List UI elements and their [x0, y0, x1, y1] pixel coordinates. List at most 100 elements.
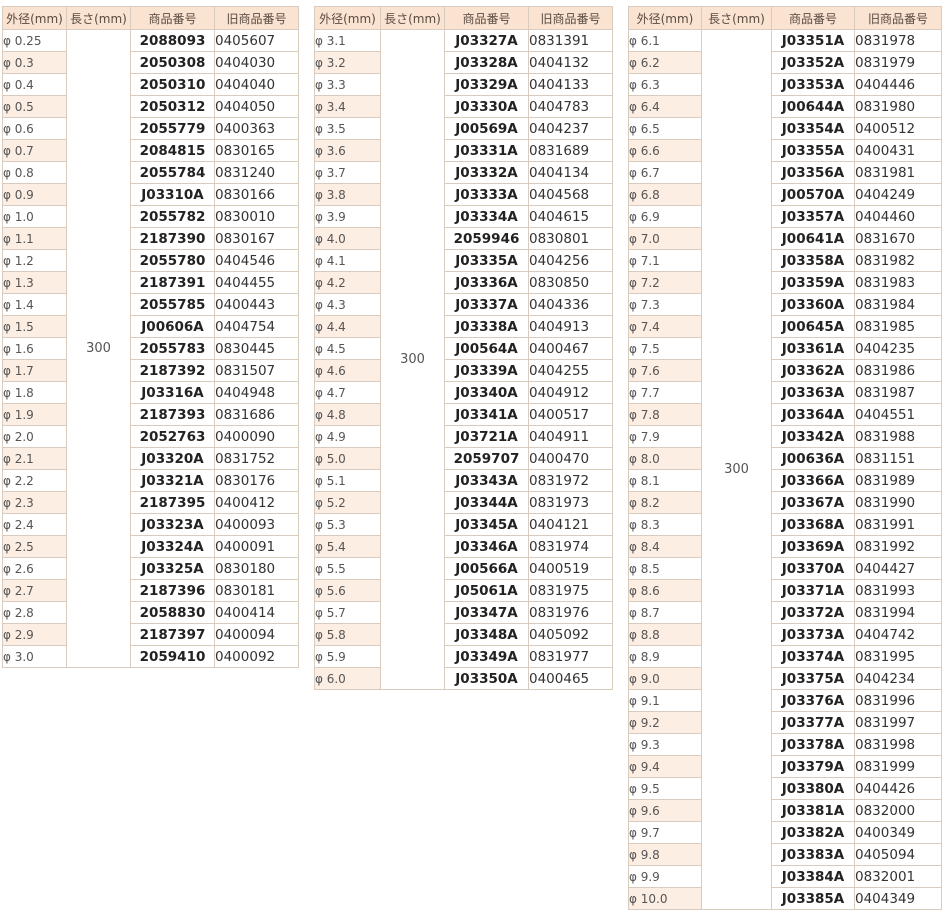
- diameter-cell: φ 9.6: [628, 799, 702, 822]
- table-row: φ 6.3 J03353A 0404446: [628, 73, 942, 96]
- old-product-no-cell: 0831990: [854, 491, 942, 514]
- old-product-no-cell: 0831985: [854, 315, 942, 338]
- old-product-no-cell: 0831980: [854, 95, 942, 118]
- old-product-no-cell: 0404948: [214, 381, 299, 404]
- table-row: φ 2.1 J03320A 0831752: [2, 447, 299, 470]
- diameter-cell: φ 7.2: [628, 271, 702, 294]
- product-no-cell: J03355A: [771, 139, 855, 162]
- diameter-cell: φ 7.4: [628, 315, 702, 338]
- diameter-cell: φ 1.7: [2, 359, 67, 382]
- product-no-cell: J03380A: [771, 777, 855, 800]
- product-no-cell: J03349A: [444, 645, 529, 668]
- table-row: φ 8.7 J03372A 0831994: [628, 601, 942, 624]
- table-row: φ 8.8 J03373A 0404742: [628, 623, 942, 646]
- old-product-no-cell: 0404235: [854, 337, 942, 360]
- product-no-cell: J03323A: [130, 513, 215, 536]
- diameter-cell: φ 8.9: [628, 645, 702, 668]
- product-no-cell: J00636A: [771, 447, 855, 470]
- product-no-cell: J03330A: [444, 95, 529, 118]
- table-row: φ 3.0 2059410 0400092: [2, 645, 299, 668]
- table-row: φ 3.8 J03333A 0404568: [314, 183, 613, 206]
- table-row: φ 9.4 J03379A 0831999: [628, 755, 942, 778]
- diameter-cell: φ 3.4: [314, 95, 381, 118]
- old-product-no-cell: 0831988: [854, 425, 942, 448]
- old-product-no-cell: 0831983: [854, 271, 942, 294]
- old-product-no-cell: 0831670: [854, 227, 942, 250]
- old-product-no-cell: 0404249: [854, 183, 942, 206]
- table-row: φ 6.0 J03350A 0400465: [314, 667, 613, 690]
- old-product-no-cell: 0400443: [214, 293, 299, 316]
- table-row: φ 3.2 J03328A 0404132: [314, 51, 613, 74]
- diameter-cell: φ 1.5: [2, 315, 67, 338]
- old-product-no-cell: 0404742: [854, 623, 942, 646]
- old-product-no-cell: 0831973: [528, 491, 613, 514]
- diameter-cell: φ 6.1: [628, 29, 702, 52]
- product-no-cell: J03362A: [771, 359, 855, 382]
- product-no-cell: 2050310: [130, 73, 215, 96]
- product-no-cell: J03327A: [444, 29, 529, 52]
- diameter-cell: φ 3.3: [314, 73, 381, 96]
- old-product-no-cell: 0831987: [854, 381, 942, 404]
- old-product-no-cell: 0830801: [528, 227, 613, 250]
- table-row: φ 2.2 J03321A 0830176: [2, 469, 299, 492]
- product-no-cell: J03367A: [771, 491, 855, 514]
- table-row: φ 7.4 J00645A 0831985: [628, 315, 942, 338]
- table-row: φ 1.3 2187391 0404455: [2, 271, 299, 294]
- diameter-cell: φ 7.1: [628, 249, 702, 272]
- table-row: φ 3.3 J03329A 0404133: [314, 73, 613, 96]
- old-product-no-cell: 0831391: [528, 29, 613, 52]
- diameter-cell: φ 8.3: [628, 513, 702, 536]
- product-no-cell: J03321A: [130, 469, 215, 492]
- old-product-no-cell: 0404911: [528, 425, 613, 448]
- diameter-cell: φ 7.3: [628, 293, 702, 316]
- table-row: φ 5.4 J03346A 0831974: [314, 535, 613, 558]
- table-row: φ 7.7 J03363A 0831987: [628, 381, 942, 404]
- product-no-cell: 2055779: [130, 117, 215, 140]
- old-product-no-cell: 0404234: [854, 667, 942, 690]
- old-product-no-cell: 0404134: [528, 161, 613, 184]
- diameter-cell: φ 2.7: [2, 579, 67, 602]
- table-row: φ 4.7 J03340A 0404912: [314, 381, 613, 404]
- table-row: φ 2.7 2187396 0830181: [2, 579, 299, 602]
- table-row: φ 1.4 2055785 0400443: [2, 293, 299, 316]
- old-product-no-cell: 0400414: [214, 601, 299, 624]
- diameter-cell: φ 9.5: [628, 777, 702, 800]
- product-no-cell: J03350A: [444, 667, 529, 690]
- table-row: φ 1.9 2187393 0831686: [2, 403, 299, 426]
- old-product-no-cell: 0830180: [214, 557, 299, 580]
- product-no-cell: J03334A: [444, 205, 529, 228]
- diameter-cell: φ 6.5: [628, 117, 702, 140]
- diameter-cell: φ 5.6: [314, 579, 381, 602]
- old-product-no-cell: 0400470: [528, 447, 613, 470]
- header-product-no: 商品番号: [444, 6, 529, 30]
- diameter-cell: φ 9.9: [628, 865, 702, 888]
- diameter-cell: φ 0.6: [2, 117, 67, 140]
- table-row: φ 8.9 J03374A 0831995: [628, 645, 942, 668]
- table-row: φ 5.7 J03347A 0831976: [314, 601, 613, 624]
- diameter-cell: φ 6.2: [628, 51, 702, 74]
- old-product-no-cell: 0404546: [214, 249, 299, 272]
- table-row: φ 7.2 J03359A 0831983: [628, 271, 942, 294]
- table-row: φ 7.3 J03360A 0831984: [628, 293, 942, 316]
- old-product-no-cell: 0404050: [214, 95, 299, 118]
- product-no-cell: J03721A: [444, 425, 529, 448]
- diameter-cell: φ 1.0: [2, 205, 67, 228]
- table-row: φ 4.0 2059946 0830801: [314, 227, 613, 250]
- diameter-cell: φ 9.0: [628, 667, 702, 690]
- product-no-cell: 2052763: [130, 425, 215, 448]
- diameter-cell: φ 4.9: [314, 425, 381, 448]
- table-row: φ 3.7 J03332A 0404134: [314, 161, 613, 184]
- diameter-cell: φ 4.6: [314, 359, 381, 382]
- old-product-no-cell: 0404030: [214, 51, 299, 74]
- old-product-no-cell: 0404912: [528, 381, 613, 404]
- product-no-cell: J05061A: [444, 579, 529, 602]
- header-row: 外径(mm) 長さ(mm) 商品番号 旧商品番号: [314, 6, 613, 30]
- diameter-cell: φ 9.3: [628, 733, 702, 756]
- diameter-cell: φ 8.4: [628, 535, 702, 558]
- table-row: φ 5.1 J03343A 0831972: [314, 469, 613, 492]
- table-row: φ 4.5 J00564A 0400467: [314, 337, 613, 360]
- product-no-cell: J00570A: [771, 183, 855, 206]
- product-no-cell: J03382A: [771, 821, 855, 844]
- old-product-no-cell: 0831977: [528, 645, 613, 668]
- table-row: φ 2.8 2058830 0400414: [2, 601, 299, 624]
